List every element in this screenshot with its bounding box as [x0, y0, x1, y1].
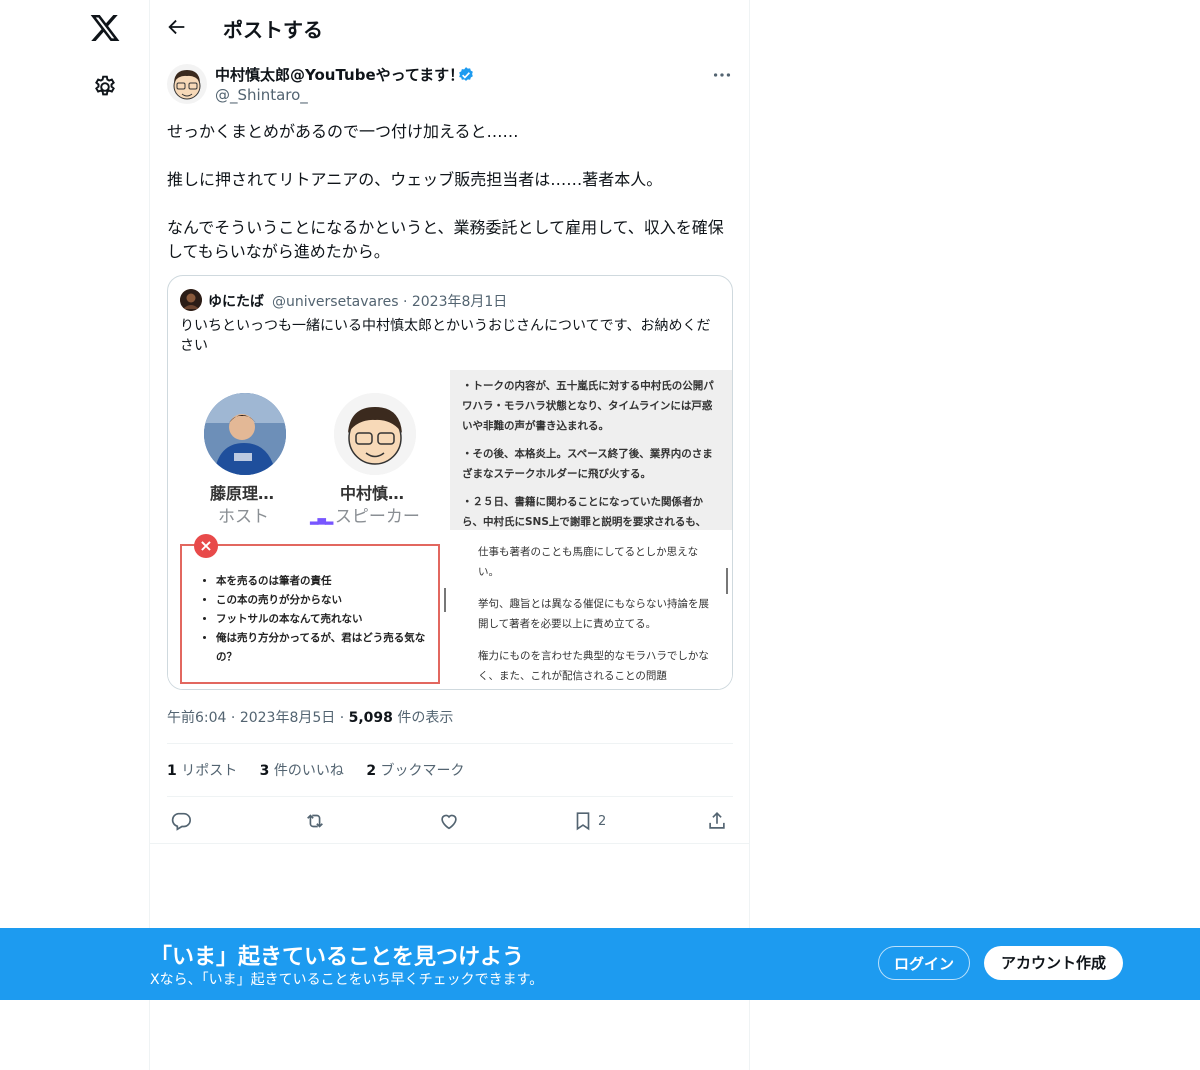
bullet-list: 本を売るのは筆者の責任 この本の売りが分からない フットサルの本なんて売れない …	[182, 546, 438, 667]
speaker2-role-wrap: ▂▄▂ スピーカー	[310, 502, 420, 527]
bookmarks-stat[interactable]: 2 ブックマーク	[366, 763, 464, 779]
quote-handle: @universetavares	[272, 294, 399, 310]
author-name[interactable]: 中村慎太郎@YouTubeやってます！	[215, 64, 464, 85]
reposts-label: リポスト	[181, 763, 238, 779]
speaking-bars-icon: ▂▄▂	[310, 512, 335, 525]
reposts-count: 1	[167, 763, 177, 779]
post-paragraph: 推しに押されてリトアニアの、ウェッブ販売担当者は……著者本人。	[167, 170, 663, 189]
quote-image-collage[interactable]: 藤原理… ホスト 中村慎… ▂▄▂ スピーカー 本を売るのは筆者の責任 この本の…	[168, 370, 732, 689]
likes-count: 3	[259, 763, 270, 779]
post-paragraph: せっかくまとめがあるので一つ付け加えると……	[167, 122, 519, 141]
action-bar: 2	[150, 806, 749, 838]
divider	[150, 843, 749, 844]
signup-banner: 「いま」起きていることを見つけよう Xなら、「いま」起きていることをいち早くチェ…	[0, 928, 1200, 1000]
reposts-stat[interactable]: 1 リポスト	[167, 763, 237, 779]
bullet-item: この本の売りが分からない	[216, 591, 438, 610]
repost-icon[interactable]	[304, 810, 328, 834]
speaker2-name: 中村慎…	[340, 484, 405, 503]
left-nav	[0, 0, 150, 1070]
heart-icon[interactable]	[438, 810, 462, 834]
quote-avatar[interactable]	[180, 289, 202, 311]
meta-separator: ·	[230, 710, 240, 726]
likes-label: 件のいいね	[273, 763, 344, 779]
quote-date: 2023年8月1日	[411, 294, 508, 310]
doc-paragraph: 挙句、趣旨とは異なる催促にもならない持論を展開して著者を必要以上に責め立てる。	[478, 598, 709, 630]
doc-paragraph: ・トークの内容が、五十嵐氏に対する中村氏の公開パワハラ・モラハラ状態となり、タイ…	[462, 380, 714, 432]
signup-button[interactable]: アカウント作成	[984, 946, 1123, 980]
doc-paragraph: 仕事も著者のことも馬鹿にしてるとしか思えない。	[478, 546, 699, 578]
bullet-item: フットサルの本なんて売れない	[216, 610, 438, 629]
speaker1-name: 藤原理…	[210, 484, 275, 503]
banner-subtitle: Xなら、「いま」起きていることをいち早くチェックできます。	[150, 972, 544, 988]
views-label: 件の表示	[397, 710, 454, 726]
likes-stat[interactable]: 3 件のいいね	[260, 763, 344, 779]
divider	[167, 796, 733, 797]
share-icon[interactable]	[706, 810, 730, 834]
bookmarks-count: 2	[366, 763, 377, 779]
banner-title: 「いま」起きていることを見つけよう	[150, 945, 525, 970]
spaces-speakers-card: 藤原理… ホスト 中村慎… ▂▄▂ スピーカー	[168, 370, 450, 530]
document-excerpt-bottom: 仕事も著者のことも馬鹿にしてるとしか思えない。 挙句、趣旨とは異なる催促にもなら…	[450, 530, 732, 689]
speaker2-avatar	[334, 393, 416, 475]
post-text: せっかくまとめがあるので一つ付け加えると…… 推しに押されてリトアニアの、ウェッ…	[167, 120, 727, 288]
avatar[interactable]	[167, 64, 207, 104]
bookmark-icon[interactable]	[572, 810, 596, 834]
document-excerpt-top: ・トークの内容が、五十嵐氏に対する中村氏の公開パワハラ・モラハラ状態となり、タイ…	[450, 370, 732, 530]
page-title: ポストする	[223, 18, 323, 42]
bullet-item: 本を売るのは筆者の責任	[216, 572, 438, 591]
red-bordered-box: 本を売るのは筆者の責任 この本の売りが分からない フットサルの本なんて売れない …	[180, 544, 440, 684]
bookmarks-label: ブックマーク	[380, 763, 465, 779]
post-meta: 午前6:04 · 2023年8月5日 · 5,098 件の表示	[167, 707, 453, 727]
post-time[interactable]: 午前6:04	[167, 710, 226, 726]
views-count: 5,098	[348, 710, 393, 726]
divider	[167, 743, 733, 744]
speaker2-role: スピーカー	[334, 507, 420, 527]
quote-author-name: ゆにたば	[208, 294, 264, 310]
scroll-indicator	[444, 588, 446, 612]
author-handle[interactable]: @_Shintaro_	[215, 86, 308, 104]
main-column: ポストする 中村慎太郎@YouTubeやってます！ @_Shintaro_ せっ…	[149, 0, 750, 1070]
post-paragraph: なんでそういうことになるかというと、業務委託として雇用して、収入を確保してもらい…	[167, 218, 724, 261]
bookmark-count: 2	[598, 814, 607, 829]
doc-paragraph: 権力にものを言わせた典型的なモラハラでしかなく、また、これが配信されることの問題	[478, 650, 709, 682]
speaker1-role: ホスト	[218, 507, 269, 527]
criticism-box-card: 本を売るのは筆者の責任 この本の売りが分からない フットサルの本なんて売れない …	[168, 530, 450, 689]
more-dots-icon[interactable]	[711, 64, 733, 86]
header-bar: ポストする	[150, 0, 749, 54]
post-date[interactable]: 2023年8月5日	[240, 710, 335, 726]
login-button[interactable]: ログイン	[878, 946, 970, 980]
reply-icon[interactable]	[170, 810, 194, 834]
bullet-item: 俺は売り方分かってるが、君はどう売る気なの？	[216, 629, 438, 667]
quoted-post[interactable]: ゆにたば @universetavares · 2023年8月1日 りいちといっ…	[167, 275, 733, 690]
verified-badge-icon	[457, 66, 475, 84]
meta-separator: ·	[339, 710, 349, 726]
scroll-indicator	[726, 568, 728, 594]
doc-paragraph: ・その後、本格炎上。スペース終了後、業界内のさまざまなステークホルダーに飛び火す…	[462, 448, 713, 480]
quote-separator: ·	[402, 294, 412, 310]
post-stats: 1 リポスト 3 件のいいね 2 ブックマーク	[167, 760, 483, 780]
doc-paragraph: ・２５日、書籍に関わることになっていた関係者から、中村氏にSNS上で謝罪と説明を…	[462, 496, 707, 528]
arrow-left-icon[interactable]	[166, 16, 188, 38]
x-mark-icon: ×	[194, 534, 218, 558]
x-logo-icon[interactable]	[89, 12, 121, 44]
quote-handle-date: @universetavares · 2023年8月1日	[272, 291, 507, 311]
gear-icon[interactable]	[92, 74, 118, 100]
speaker1-avatar	[204, 393, 286, 475]
quote-text: りいちといっつも一緒にいる中村慎太郎とかいうおじさんについてです、お納めください	[180, 318, 711, 354]
